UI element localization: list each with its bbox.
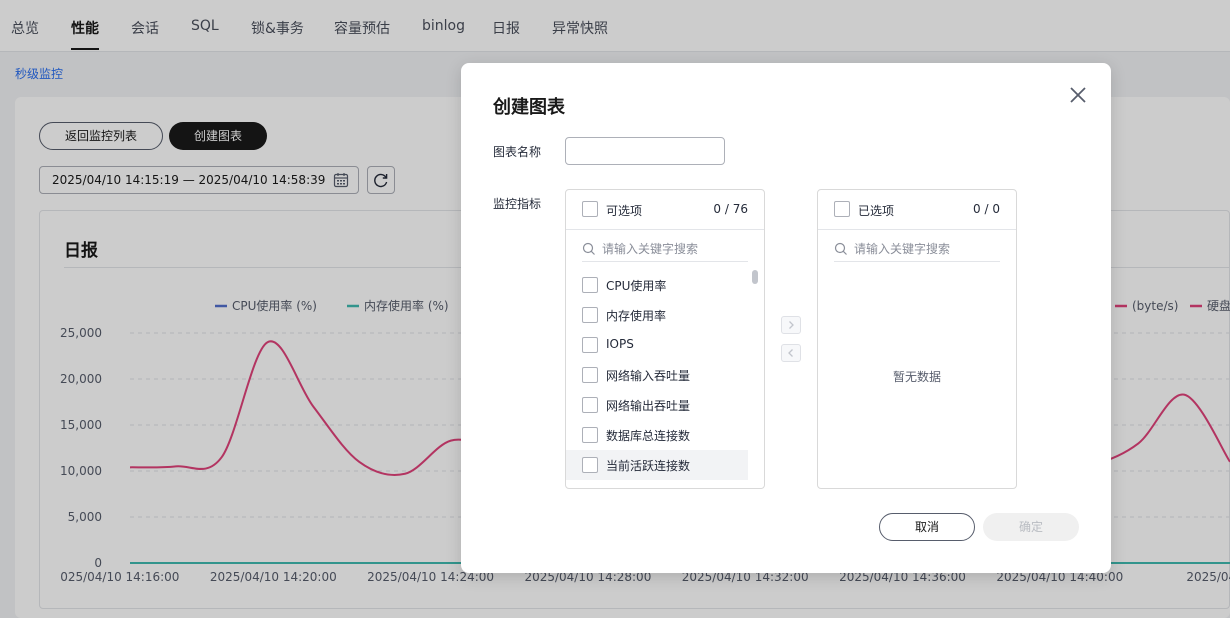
item-checkbox[interactable] [582,277,598,293]
list-item[interactable]: 网络输入吞吐量 [566,360,748,390]
item-checkbox[interactable] [582,367,598,383]
chevron-left-icon [788,349,793,357]
available-metrics-list: 可选项 0 / 76 CPU使用率 内存使用率 IOPS 网络输入吞吐量 网络输… [565,189,765,489]
available-list-title: 可选项 [606,204,643,218]
select-all-available-checkbox[interactable] [582,201,598,217]
chevron-right-icon [789,321,794,329]
available-count: 0 / 76 [713,202,748,216]
item-checkbox[interactable] [582,397,598,413]
item-label: 数据库总连接数 [606,429,691,443]
list-item[interactable]: 网络输出吞吐量 [566,390,748,420]
item-label: 当前活跃连接数 [606,459,691,473]
item-checkbox[interactable] [582,307,598,323]
close-icon[interactable] [1067,84,1089,106]
selected-count: 0 / 0 [973,202,1000,216]
available-list-header: 可选项 0 / 76 [566,190,764,230]
item-label: IOPS [606,337,634,351]
list-item[interactable]: 数据库总连接数 [566,420,748,450]
item-label: 网络输出吞吐量 [606,399,691,413]
selected-search [834,238,1000,262]
item-checkbox[interactable] [582,427,598,443]
metrics-label: 监控指标 [493,197,542,211]
search-icon [582,242,595,255]
list-item[interactable]: 内存使用率 [566,300,748,330]
available-search [582,238,748,262]
item-checkbox[interactable] [582,457,598,473]
confirm-button[interactable]: 确定 [983,513,1079,541]
select-all-selected-checkbox[interactable] [834,201,850,217]
selected-list-title: 已选项 [858,204,895,218]
selected-list-header: 已选项 0 / 0 [818,190,1016,230]
cancel-button[interactable]: 取消 [879,513,975,541]
dialog-title: 创建图表 [493,97,565,118]
scrollbar-thumb[interactable] [752,270,758,284]
item-checkbox[interactable] [582,337,598,353]
move-left-button[interactable] [781,344,801,362]
selected-metrics-list: 已选项 0 / 0 暂无数据 [817,189,1017,489]
move-right-button[interactable] [781,316,801,334]
available-items: CPU使用率 内存使用率 IOPS 网络输入吞吐量 网络输出吞吐量 数据库总连接… [566,270,748,480]
list-item[interactable]: CPU使用率 [566,270,748,300]
item-label: 网络输入吞吐量 [606,369,691,383]
create-chart-dialog: 创建图表 图表名称 监控指标 可选项 0 / 76 CPU使用率 内存使用率 I… [461,63,1111,573]
selected-search-input[interactable] [854,240,994,258]
list-item[interactable]: 当前活跃连接数 [566,450,748,480]
available-search-input[interactable] [602,240,742,258]
item-label: CPU使用率 [606,279,667,293]
item-label: 内存使用率 [606,309,667,323]
search-icon [834,242,847,255]
empty-state-text: 暂无数据 [892,370,941,384]
chart-name-input[interactable] [565,137,725,165]
chart-name-label: 图表名称 [493,145,542,159]
list-item[interactable]: IOPS [566,330,748,360]
